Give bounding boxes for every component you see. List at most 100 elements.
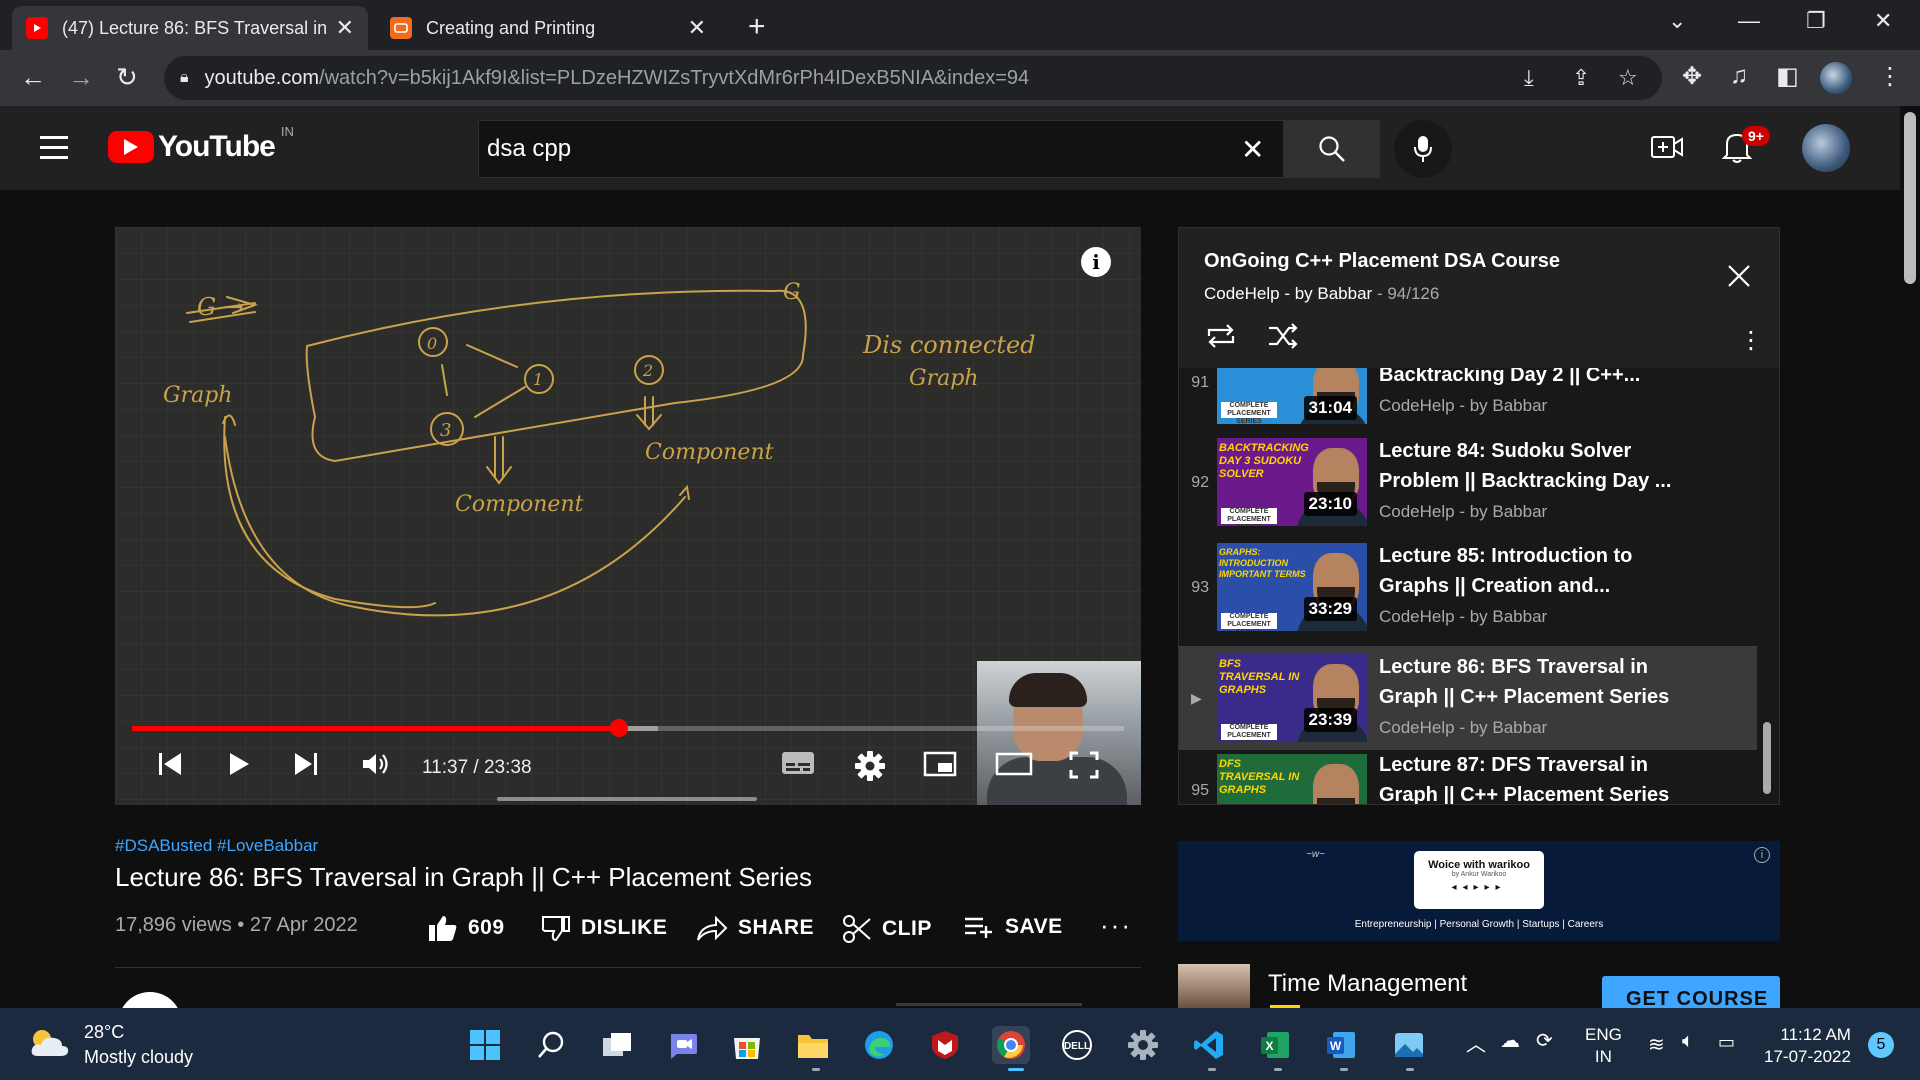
clock[interactable]: 11:12 AM 17-07-2022: [1764, 1024, 1851, 1068]
mute-button[interactable]: [361, 751, 391, 777]
close-playlist-icon[interactable]: [1727, 264, 1751, 293]
course-title[interactable]: Time Management: [1268, 970, 1467, 998]
playlist-channel[interactable]: CodeHelp - by Babbar: [1204, 284, 1372, 303]
profile-avatar[interactable]: [1820, 62, 1852, 94]
dell-button[interactable]: DELL: [1058, 1026, 1096, 1064]
onedrive-cloud-icon[interactable]: ☁: [1500, 1028, 1520, 1053]
chrome-icon: [997, 1031, 1025, 1059]
windows-start-icon: [470, 1030, 500, 1060]
wifi-icon[interactable]: ≋: [1648, 1032, 1665, 1057]
notification-count-badge[interactable]: 5: [1868, 1032, 1894, 1058]
progress-bar[interactable]: [132, 719, 1124, 737]
dislike-button[interactable]: DISLIKE: [541, 914, 667, 942]
scrubber-handle[interactable]: [610, 719, 629, 737]
photos-button[interactable]: [1390, 1026, 1428, 1064]
settings-button[interactable]: [855, 751, 885, 781]
shuffle-icon[interactable]: [1267, 322, 1299, 355]
guide-menu-icon[interactable]: [40, 136, 68, 166]
ad-card-title: Woice with warikoo: [1428, 859, 1530, 871]
speaker-icon[interactable]: 🔈︎: [1682, 1030, 1694, 1053]
tab-close-icon[interactable]: ✕: [688, 15, 706, 41]
play-button[interactable]: [227, 751, 251, 777]
save-button[interactable]: SAVE: [963, 914, 1063, 940]
info-icon[interactable]: i: [1081, 247, 1111, 277]
clip-button[interactable]: CLIP: [842, 914, 932, 944]
like-button[interactable]: 609: [428, 914, 505, 942]
edge-button[interactable]: [860, 1026, 898, 1064]
clear-search-icon[interactable]: ✕: [1241, 133, 1264, 166]
tab-close-icon[interactable]: ✕: [336, 15, 354, 41]
ad-info-icon[interactable]: i: [1754, 847, 1770, 863]
page-scrollbar[interactable]: [1900, 106, 1920, 1008]
teams-chat-button[interactable]: [664, 1026, 702, 1064]
start-button[interactable]: [466, 1026, 504, 1064]
previous-button[interactable]: [157, 751, 183, 777]
miniplayer-button[interactable]: [923, 751, 957, 777]
tab-codehelp[interactable]: Creating and Printing ✕: [376, 6, 720, 50]
playlist-scrollbar[interactable]: [1763, 722, 1771, 794]
account-avatar[interactable]: [1802, 124, 1850, 172]
media-control-icon[interactable]: ♫: [1730, 62, 1748, 90]
tab-youtube[interactable]: (47) Lecture 86: BFS Traversal in C ✕: [12, 6, 368, 50]
more-actions-icon[interactable]: ···: [1100, 910, 1132, 941]
excel-button[interactable]: X: [1256, 1026, 1294, 1064]
search-button[interactable]: [1284, 120, 1380, 178]
search-taskbar-button[interactable]: [532, 1026, 570, 1064]
mcafee-button[interactable]: [926, 1026, 964, 1064]
share-button[interactable]: SHARE: [696, 914, 814, 942]
playlist-item[interactable]: 92 Backtracking Day 3 Sudoku Solver COMP…: [1179, 436, 1757, 540]
playlist-item[interactable]: 95 DFS Traversal in Graphs Lecture 87: D…: [1179, 754, 1757, 804]
playlist-title[interactable]: OnGoing C++ Placement DSA Course: [1204, 250, 1560, 273]
subtitles-button[interactable]: [781, 751, 815, 775]
restore-icon[interactable]: ❐: [1806, 8, 1826, 34]
settings-taskbar-button[interactable]: [1124, 1026, 1162, 1064]
time-display: 11:37 / 23:38: [422, 757, 532, 778]
word-button[interactable]: W: [1322, 1026, 1360, 1064]
language-indicator[interactable]: ENG IN: [1585, 1024, 1622, 1068]
reload-icon[interactable]: ↻: [116, 62, 138, 93]
youtube-logo[interactable]: YouTube IN: [108, 124, 294, 164]
loop-icon[interactable]: [1205, 322, 1237, 355]
extensions-icon[interactable]: ✥: [1682, 62, 1702, 91]
close-window-icon[interactable]: ✕: [1874, 8, 1892, 34]
divider: [115, 967, 1141, 968]
fullscreen-button[interactable]: [1069, 751, 1099, 779]
side-panel-icon[interactable]: ◧: [1776, 62, 1799, 91]
chevron-up-icon[interactable]: ︿: [1466, 1028, 1486, 1057]
voice-search-button[interactable]: [1394, 120, 1452, 178]
course-thumbnail[interactable]: [1178, 964, 1250, 1008]
folder-icon: [798, 1035, 828, 1058]
next-button[interactable]: [293, 751, 319, 777]
minimize-icon[interactable]: —: [1738, 8, 1760, 34]
playlist-position: 94/126: [1387, 284, 1440, 303]
sync-icon[interactable]: ⟳: [1536, 1028, 1553, 1053]
new-tab-icon[interactable]: +: [748, 10, 766, 44]
ad-banner[interactable]: ~w~ Woice with warikoo by Ankur Warikoo …: [1178, 841, 1780, 941]
install-icon[interactable]: ⤓: [1524, 65, 1534, 91]
task-view-button[interactable]: [598, 1026, 636, 1064]
weather-widget[interactable]: 28°C Mostly cloudy: [28, 1022, 193, 1068]
playlist-menu-icon[interactable]: ⋮: [1739, 326, 1763, 355]
bookmark-star-icon[interactable]: ☆: [1618, 65, 1638, 91]
tab-search-icon[interactable]: ⌄: [1668, 8, 1686, 34]
address-bar[interactable]: 🔒︎ youtube.com/watch?v=b5kij1Akf9I&list=…: [164, 56, 1662, 100]
video-player[interactable]: Graph G → G Dis connected Graph Componen…: [115, 227, 1141, 805]
hashtags[interactable]: #DSABusted #LoveBabbar: [115, 836, 318, 856]
chrome-button[interactable]: [992, 1026, 1030, 1064]
theater-mode-button[interactable]: [995, 751, 1033, 777]
file-explorer-button[interactable]: [794, 1026, 832, 1064]
photos-icon: [1395, 1033, 1423, 1057]
share-page-icon[interactable]: ⇪: [1572, 65, 1590, 91]
get-course-button[interactable]: GET COURSE: [1602, 976, 1780, 1010]
playlist-item[interactable]: 93 Graphs: Introduction Important Terms …: [1179, 541, 1757, 645]
vscode-icon: [1194, 1031, 1223, 1059]
microsoft-store-button[interactable]: [728, 1026, 766, 1064]
browser-menu-icon[interactable]: ⋮: [1878, 62, 1902, 91]
create-video-button[interactable]: [1650, 132, 1684, 167]
vscode-button[interactable]: [1190, 1026, 1228, 1064]
forward-icon[interactable]: →: [68, 62, 94, 93]
back-icon[interactable]: ←: [20, 62, 46, 93]
playlist-item-current[interactable]: ▶ BFS Traversal in Graphs COMPLETE PLACE…: [1179, 646, 1757, 750]
battery-icon[interactable]: ▭: [1718, 1032, 1735, 1053]
search-input[interactable]: [487, 121, 1207, 177]
